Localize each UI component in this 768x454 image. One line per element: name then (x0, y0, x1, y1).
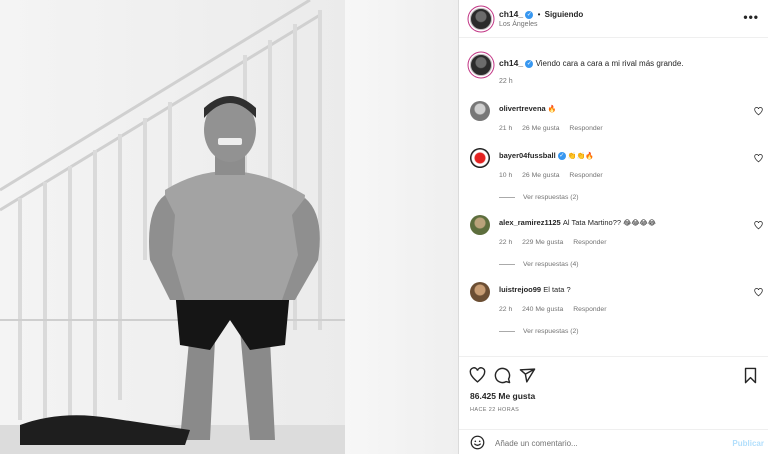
comment-emoji: 😂😂😂😂 (623, 220, 656, 227)
heart-icon[interactable] (754, 288, 763, 297)
comment-line: olivertrevena 🔥 (499, 104, 557, 113)
comment-line: bayer04fussball ✓ 👏👏🔥 (499, 151, 595, 161)
view-replies-label: Ver respuestas (4) (523, 261, 579, 268)
post-location[interactable]: Los Ángeles (499, 21, 538, 28)
post-actions: 86.425 Me gusta HACE 22 HORAS Añade un c… (459, 356, 768, 454)
comment-time[interactable]: 21 h (499, 125, 512, 132)
comment-line: luistrejoo99 El tata ? (499, 285, 571, 294)
comment-time[interactable]: 22 h (499, 239, 512, 246)
post-photo[interactable] (0, 0, 458, 454)
post-header: ch14_ ✓ • Siguiendo Los Ángeles ••• (459, 0, 768, 38)
heart-icon[interactable] (754, 154, 763, 163)
comment-meta: 21 h 26 Me gusta Responder (499, 125, 611, 132)
comment-text: Al Tata Martino?? (562, 218, 622, 227)
reply-button[interactable]: Responder (569, 125, 602, 132)
comment-meta: 10 h 26 Me gusta Responder (499, 172, 611, 179)
commenter-username[interactable]: alex_ramirez1125 (499, 218, 561, 227)
view-replies-button[interactable]: Ver respuestas (4) (499, 261, 579, 268)
caption-time[interactable]: 22 h (499, 78, 513, 85)
commenter-avatar[interactable] (470, 215, 490, 235)
emoji-icon[interactable] (470, 435, 485, 450)
commenter-username[interactable]: olivertrevena (499, 104, 546, 113)
share-icon[interactable] (519, 367, 536, 384)
view-replies-button[interactable]: Ver respuestas (2) (499, 328, 579, 335)
reply-button[interactable]: Responder (569, 172, 602, 179)
caption-avatar[interactable] (470, 54, 492, 76)
comment-time[interactable]: 22 h (499, 306, 512, 313)
comment-likes[interactable]: 240 Me gusta (522, 306, 563, 313)
caption-line: ch14_ ✓ Viendo cara a cara a mi rival má… (499, 58, 684, 68)
comment-time[interactable]: 10 h (499, 172, 512, 179)
commenter-username[interactable]: bayer04fussball (499, 151, 556, 160)
comment-emoji: 👏👏🔥 (567, 153, 595, 160)
comment-line: alex_ramirez1125 Al Tata Martino?? 😂😂😂😂 (499, 218, 656, 227)
verified-badge-icon: ✓ (557, 152, 566, 161)
comment-emoji: 🔥 (547, 106, 557, 113)
comments-list[interactable]: ch14_ ✓ Viendo cara a cara a mi rival má… (459, 38, 768, 356)
commenter-avatar[interactable] (470, 101, 490, 121)
view-replies-button[interactable]: Ver respuestas (2) (499, 194, 579, 201)
more-options-icon[interactable]: ••• (743, 11, 759, 23)
caption-username[interactable]: ch14_ (499, 58, 523, 68)
view-replies-line (499, 331, 515, 332)
separator-dot: • (537, 10, 541, 19)
author-avatar[interactable] (470, 8, 492, 30)
commenter-avatar[interactable] (470, 282, 490, 302)
comment-icon[interactable] (494, 367, 511, 384)
reply-button[interactable]: Responder (573, 306, 606, 313)
comment-box: Añade un comentario... Publicar (459, 429, 768, 454)
comment-likes[interactable]: 229 Me gusta (522, 239, 563, 246)
heart-icon[interactable] (754, 221, 763, 230)
heart-icon[interactable] (469, 367, 486, 384)
comment-meta: 22 h 229 Me gusta Responder (499, 239, 614, 246)
reply-button[interactable]: Responder (573, 239, 606, 246)
view-replies-label: Ver respuestas (2) (523, 194, 579, 201)
author-username[interactable]: ch14_ (499, 9, 523, 19)
bookmark-icon[interactable] (742, 367, 759, 384)
comment-meta: 22 h 240 Me gusta Responder (499, 306, 614, 313)
post-date[interactable]: HACE 22 HORAS (470, 407, 519, 413)
commenter-username[interactable]: luistrejoo99 (499, 285, 541, 294)
heart-icon[interactable] (754, 107, 763, 116)
commenter-avatar[interactable] (470, 148, 490, 168)
comment-likes[interactable]: 26 Me gusta (522, 172, 559, 179)
caption-text: Viendo cara a cara a mi rival más grande… (535, 59, 684, 68)
verified-badge-icon: ✓ (525, 59, 534, 68)
view-replies-label: Ver respuestas (2) (523, 328, 579, 335)
instagram-post-modal: ch14_ ✓ • Siguiendo Los Ángeles ••• ch14… (0, 0, 768, 454)
publish-button[interactable]: Publicar (732, 439, 764, 448)
post-side-panel: ch14_ ✓ • Siguiendo Los Ángeles ••• ch14… (458, 0, 768, 454)
comment-likes[interactable]: 26 Me gusta (522, 125, 559, 132)
verified-badge-icon: ✓ (525, 10, 534, 19)
photo-illustration (0, 0, 345, 454)
follow-status-button[interactable]: Siguiendo (545, 10, 584, 19)
view-replies-line (499, 197, 515, 198)
view-replies-line (499, 264, 515, 265)
author-line: ch14_ ✓ • Siguiendo (499, 9, 583, 19)
comment-input[interactable]: Añade un comentario... (495, 439, 578, 448)
comment-text: El tata ? (543, 285, 571, 294)
likes-count[interactable]: 86.425 Me gusta (470, 391, 535, 401)
